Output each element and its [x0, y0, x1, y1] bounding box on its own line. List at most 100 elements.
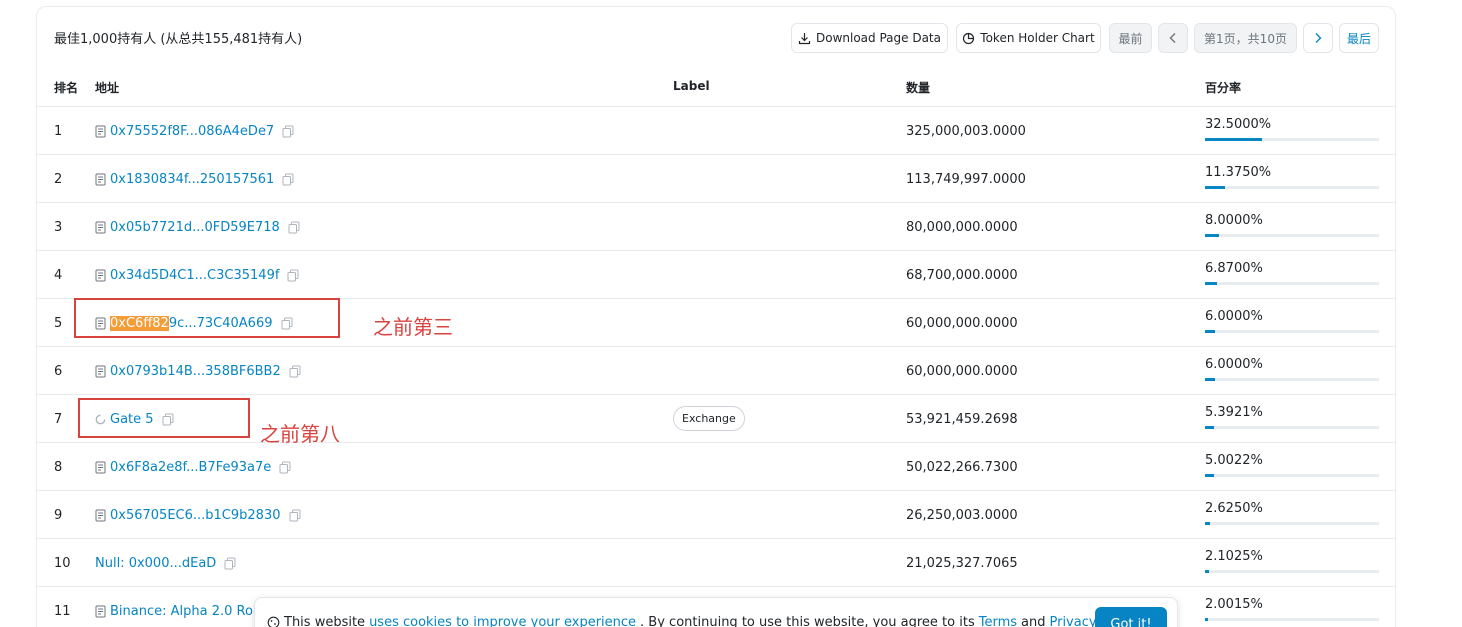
pie-chart-icon	[963, 32, 975, 44]
percent-bar-fill	[1205, 570, 1209, 573]
rank-cell: 2	[54, 171, 63, 187]
percent-bar	[1205, 618, 1379, 621]
contract-icon	[95, 365, 106, 377]
percent-bar	[1205, 522, 1379, 525]
first-page-button[interactable]: 最前	[1109, 23, 1152, 53]
copy-icon[interactable]	[282, 173, 294, 186]
quantity-cell: 68,700,000.0000	[906, 267, 1018, 283]
percent-bar-fill	[1205, 474, 1214, 477]
percent-bar	[1205, 330, 1379, 333]
copy-icon[interactable]	[289, 365, 301, 378]
table-row: 10 Null: 0x000...dEaD 21,025,327.7065 2.102…	[37, 539, 1395, 587]
percent-cell: 2.0015%	[1205, 587, 1379, 627]
percent-bar-fill	[1205, 378, 1216, 381]
percent-value: 5.0022%	[1205, 453, 1263, 468]
header-quantity: 数量	[906, 81, 931, 95]
contract-icon	[95, 173, 106, 185]
header-rank: 排名	[54, 81, 79, 95]
address-cell: 0x75552f8F...086A4eDe7	[95, 107, 294, 155]
rank-cell: 1	[54, 123, 63, 139]
got-it-button[interactable]: Got it!	[1095, 607, 1167, 627]
cookie-banner: This website uses cookies to improve you…	[254, 597, 1178, 627]
address-cell: 0x05b7721d...0FD59E718	[95, 203, 300, 251]
download-page-data-button[interactable]: Download Page Data	[791, 23, 948, 53]
address-cell: 0x6F8a2e8f...B7Fe93a7e	[95, 443, 291, 491]
rank-cell: 7	[54, 411, 63, 427]
percent-cell: 5.0022%	[1205, 443, 1379, 491]
copy-icon[interactable]	[287, 269, 299, 282]
holder-address-link[interactable]: 0x75552f8F...086A4eDe7	[110, 124, 274, 139]
percent-value: 32.5000%	[1205, 117, 1272, 132]
first-page-label: 最前	[1118, 31, 1143, 46]
contract-icon	[95, 269, 106, 281]
table-header: 排名 地址 Label 数量 百分率	[37, 65, 1395, 107]
holder-address-link[interactable]: 0x05b7721d...0FD59E718	[110, 220, 280, 235]
percent-bar-fill	[1205, 186, 1225, 189]
copy-icon[interactable]	[279, 461, 291, 474]
percent-bar	[1205, 138, 1379, 141]
header-label: Label	[673, 79, 710, 93]
holder-address-link[interactable]: 0x6F8a2e8f...B7Fe93a7e	[110, 460, 271, 475]
quantity-cell: 113,749,997.0000	[906, 171, 1026, 187]
percent-bar-fill	[1205, 138, 1262, 141]
cookie-text-1: This website	[284, 615, 366, 627]
cookie-message: This website uses cookies to improve you…	[267, 615, 1138, 627]
percent-value: 2.1025%	[1205, 549, 1263, 564]
page-info: 第1页，共10页	[1204, 31, 1287, 46]
holder-address-link[interactable]: 0x1830834f...250157561	[110, 172, 274, 187]
cookie-policy-link[interactable]: uses cookies to improve your experience	[369, 615, 636, 627]
address-cell: Null: 0x000...dEaD	[95, 539, 236, 587]
rank-cell: 3	[54, 219, 63, 235]
last-page-button[interactable]: 最后	[1339, 23, 1379, 53]
next-page-button[interactable]	[1303, 23, 1333, 53]
percent-bar	[1205, 570, 1379, 573]
percent-value: 11.3750%	[1205, 165, 1272, 180]
cookie-icon	[267, 616, 280, 627]
rank-cell: 9	[54, 507, 63, 523]
address-cell: 0x1830834f...250157561	[95, 155, 294, 203]
percent-cell: 2.1025%	[1205, 539, 1379, 587]
copy-icon[interactable]	[289, 509, 301, 522]
quantity-cell: 80,000,000.0000	[906, 219, 1018, 235]
contract-icon	[95, 221, 106, 233]
contract-icon	[95, 461, 106, 473]
quantity-cell: 325,000,003.0000	[906, 123, 1026, 139]
chevron-left-icon	[1169, 33, 1176, 43]
percent-bar-fill	[1205, 282, 1217, 285]
last-page-label: 最后	[1346, 31, 1371, 46]
copy-icon[interactable]	[224, 557, 236, 570]
annotation-box-row7	[78, 398, 250, 438]
percent-bar-fill	[1205, 426, 1215, 429]
percent-cell: 11.3750%	[1205, 155, 1379, 203]
chevron-right-icon	[1315, 33, 1322, 43]
prev-page-button[interactable]	[1158, 23, 1188, 53]
annotation-note-row5: 之前第三	[373, 315, 453, 339]
holder-address-link[interactable]: 0x34d5D4C1...C3C35149f	[110, 268, 279, 283]
table-row: 3 0x05b7721d...0FD59E718 80,000,000.0000 8.…	[37, 203, 1395, 251]
percent-value: 6.8700%	[1205, 261, 1263, 276]
percent-bar	[1205, 378, 1379, 381]
holder-address-link[interactable]: Null: 0x000...dEaD	[95, 556, 216, 571]
percent-value: 2.6250%	[1205, 501, 1263, 516]
copy-icon[interactable]	[288, 221, 300, 234]
holder-address-link[interactable]: Binance: Alpha 2.0 Rout	[110, 604, 266, 619]
table-row: 8 0x6F8a2e8f...B7Fe93a7e 50,022,266.7300 5.…	[37, 443, 1395, 491]
percent-bar	[1205, 474, 1379, 477]
percent-cell: 6.0000%	[1205, 299, 1379, 347]
percent-cell: 2.6250%	[1205, 491, 1379, 539]
percent-cell: 5.3921%	[1205, 395, 1379, 443]
table-row: 6 0x0793b14B...358BF6BB2 60,000,000.0000 6.…	[37, 347, 1395, 395]
address-cell: Binance: Alpha 2.0 Rout	[95, 587, 266, 627]
address-cell: 0x34d5D4C1...C3C35149f	[95, 251, 299, 299]
token-holder-chart-button[interactable]: Token Holder Chart	[956, 23, 1101, 53]
holder-address-link[interactable]: 0x0793b14B...358BF6BB2	[110, 364, 281, 379]
percent-bar	[1205, 234, 1379, 237]
terms-link[interactable]: Terms	[979, 615, 1017, 627]
address-cell: 0x56705EC6...b1C9b2830	[95, 491, 301, 539]
holder-address-link[interactable]: 0x56705EC6...b1C9b2830	[110, 508, 281, 523]
percent-bar	[1205, 282, 1379, 285]
copy-icon[interactable]	[282, 125, 294, 138]
table-row: 1 0x75552f8F...086A4eDe7 325,000,003.0000 3…	[37, 107, 1395, 155]
table-row: 4 0x34d5D4C1...C3C35149f 68,700,000.0000 6.…	[37, 251, 1395, 299]
contract-icon	[95, 605, 106, 617]
